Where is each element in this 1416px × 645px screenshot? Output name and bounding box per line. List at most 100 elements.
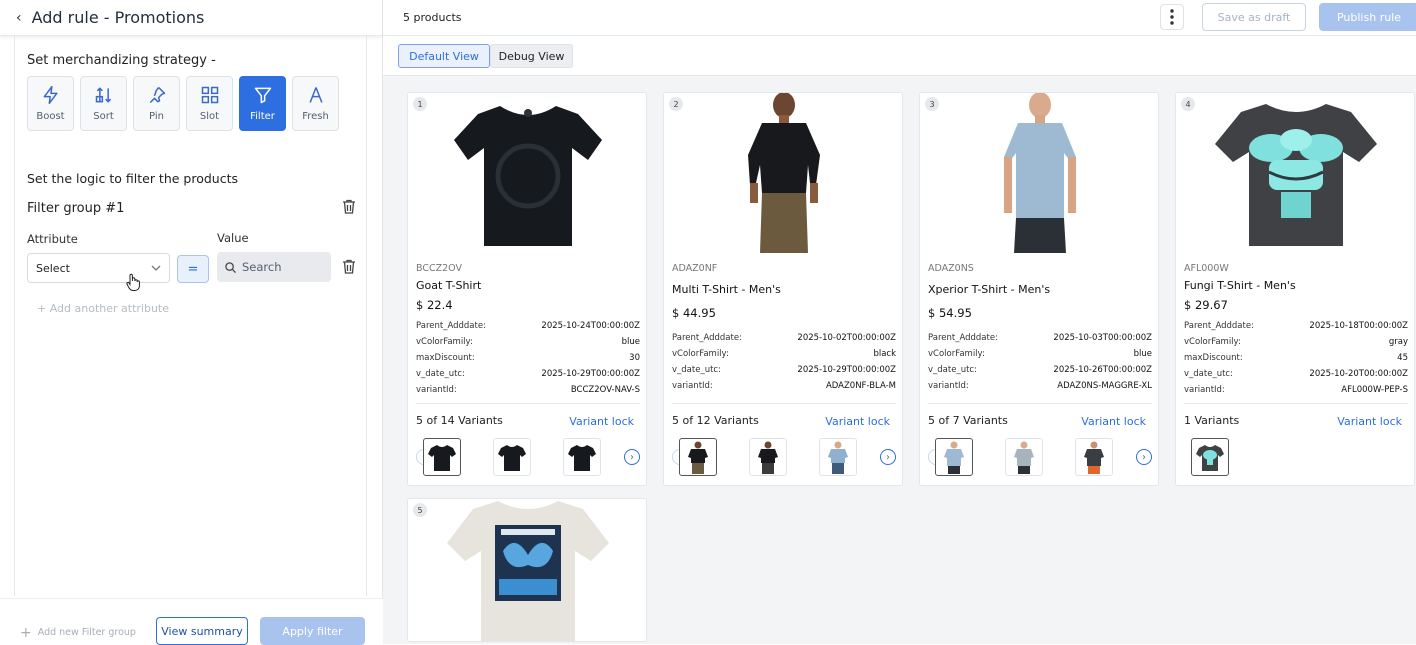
bolt-icon [43,85,58,105]
variant-thumb[interactable] [749,438,787,476]
attribute-value: BCCZ2OV-NAV-S [570,385,640,395]
variant-thumbnails: ‹ › [416,438,640,476]
divider [672,403,896,404]
attribute-key: v_date_utc: [928,365,977,375]
value-search-input[interactable]: Search [217,252,331,282]
attribute-select[interactable]: Select [27,253,170,283]
chevron-right-icon[interactable]: › [624,449,640,465]
attribute-row: v_date_utc: 2025-10-26T00:00:00Z [928,365,1152,381]
add-attribute-link[interactable]: + Add another attribute [37,302,169,315]
variant-lock-link[interactable]: Variant lock [825,415,890,428]
filter-icon [254,87,271,104]
product-card[interactable]: 3 ADAZ0NS Xperior T-Shirt - Men's $ 54.9… [919,92,1159,486]
trash-icon[interactable] [342,259,356,274]
variant-thumb[interactable] [819,438,857,476]
attribute-value: AFL000W-PEP-S [1341,385,1408,395]
attribute-row: maxDiscount: 45 [1184,353,1408,369]
attribute-value: blue [621,337,640,347]
tab-default-view[interactable]: Default View [398,44,490,68]
strategy-fresh-button[interactable]: Fresh [292,76,339,131]
variant-thumb[interactable] [1075,438,1113,476]
product-image [1176,93,1414,253]
variant-thumb[interactable] [679,438,717,476]
apply-filter-button[interactable]: Apply filter [260,617,365,645]
attribute-value: ADAZ0NF-BLA-M [825,381,896,391]
strategy-label: Boost [36,111,65,122]
strategy-slot-button[interactable]: Slot [186,76,233,131]
chevron-right-icon[interactable]: › [880,449,896,465]
variant-thumb[interactable] [423,438,461,476]
variant-lock-link[interactable]: Variant lock [569,415,634,428]
kebab-icon [1170,9,1174,25]
attribute-row: Parent_Adddate: 2025-10-02T00:00:00Z [672,333,896,349]
tab-debug-view[interactable]: Debug View [490,44,573,68]
strategy-sort-button[interactable]: Sort [80,76,127,131]
strategy-label: Fresh [302,111,329,122]
variant-thumb[interactable] [1191,438,1229,476]
variant-count: 5 of 14 Variants [416,414,503,427]
attribute-value: gray [1388,337,1408,347]
preview-toolbar: 5 products Save as draft Publish rule [383,0,1416,36]
hand-cursor-icon [126,273,140,291]
attribute-row: vColorFamily: blue [928,349,1152,365]
filter-group-title: Filter group #1 [27,201,125,216]
trash-icon[interactable] [342,199,356,214]
attribute-key: variantId: [416,385,457,395]
attribute-value: 2025-10-18T00:00:00Z [1309,321,1408,331]
product-image [408,93,646,253]
product-card[interactable]: 5 [407,498,647,642]
operator-equals-button[interactable]: = [177,255,209,283]
attribute-key: Parent_Adddate: [1184,321,1254,331]
more-options-button[interactable] [1160,4,1184,30]
attribute-key: vColorFamily: [1184,337,1241,347]
attribute-key: variantId: [672,381,713,391]
product-count: 5 products [403,11,462,24]
add-filter-group-button[interactable]: + Add new Filter group [20,625,136,641]
product-price: $ 44.95 [672,306,716,320]
product-price: $ 29.67 [1184,298,1228,312]
strategy-title: Set merchandizing strategy - [27,53,216,68]
chevron-left-icon[interactable]: ‹ [16,10,22,26]
attribute-select-value: Select [36,261,70,275]
product-index: 5 [413,503,427,517]
plus-icon: + [20,625,32,641]
page-title: Add rule - Promotions [31,8,205,27]
attribute-key: Parent_Adddate: [416,321,486,331]
variant-thumb[interactable] [493,438,531,476]
strategy-filter-button[interactable]: Filter [239,76,286,131]
strategy-boost-button[interactable]: Boost [27,76,74,131]
strategy-label: Pin [149,111,164,122]
view-summary-button[interactable]: View summary [156,617,248,645]
product-price: $ 54.95 [928,306,972,320]
product-card[interactable]: 1 BCCZ2OV Goat T-Shirt $ 22.4 Parent_Add… [407,92,647,486]
product-sku: BCCZ2OV [416,263,462,274]
variant-lock-link[interactable]: Variant lock [1081,415,1146,428]
strategy-label: Slot [199,111,220,122]
variant-thumbnails: ‹ › [672,438,896,476]
attribute-key: Parent_Adddate: [672,333,742,343]
variant-thumb[interactable] [935,438,973,476]
attribute-key: vColorFamily: [928,349,985,359]
attribute-key: v_date_utc: [672,365,721,375]
strategy-pin-button[interactable]: Pin [133,76,180,131]
product-index: 4 [1181,97,1195,111]
variant-lock-link[interactable]: Variant lock [1337,415,1402,428]
product-name: Xperior T-Shirt - Men's [928,283,1051,296]
product-card[interactable]: 4 AFL000W Fungi T-Shirt - Men's $ 29.67 … [1175,92,1415,486]
product-attributes: Parent_Adddate: 2025-10-02T00:00:00Z vCol… [672,333,896,397]
chevron-right-icon[interactable]: › [1136,449,1152,465]
variant-thumb[interactable] [563,438,601,476]
save-draft-button[interactable]: Save as draft [1202,3,1306,31]
product-sku: ADAZ0NF [672,263,718,274]
product-sku: AFL000W [1184,263,1229,274]
variant-thumb[interactable] [1005,438,1043,476]
publish-rule-button[interactable]: Publish rule [1319,3,1416,31]
attribute-row: vColorFamily: blue [416,337,640,353]
attribute-key: variantId: [928,381,969,391]
search-placeholder: Search [242,260,282,274]
attribute-value: ADAZ0NS-MAGGRE-XL [1057,381,1152,391]
divider [1184,403,1408,404]
attribute-key: vColorFamily: [416,337,473,347]
product-card[interactable]: 2 ADAZ0NF Multi T-Shirt - Men's $ 44.95 … [663,92,903,486]
product-name: Multi T-Shirt - Men's [672,283,781,296]
